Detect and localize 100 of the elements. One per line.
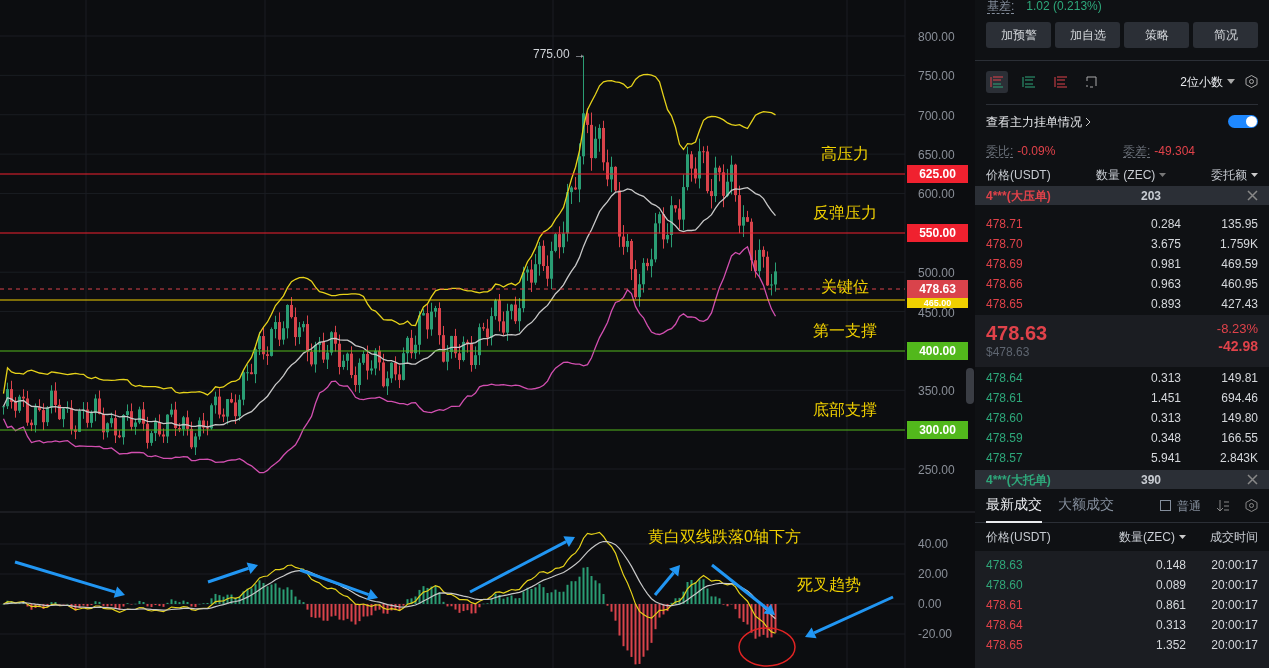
field-value: -0.09% [1017, 143, 1056, 158]
axis-label: 750.00 [918, 70, 955, 83]
table-cell-text: 694.46 [1220, 390, 1258, 407]
column-header: 成交时间 [1209, 529, 1258, 546]
table-cell-text: 20:00:17 [1210, 617, 1258, 634]
table-cell-text: 478.64 [986, 617, 1024, 634]
arrow-glyph: → [573, 47, 586, 61]
banner-label: 4***(大压单) [986, 187, 1052, 205]
axis-label: 350.00 [918, 385, 955, 398]
axis-label: -20.00 [918, 627, 953, 641]
field-label: 基差: [987, 0, 1015, 14]
field-label: 委差: [1123, 142, 1151, 158]
table-cell-text: 478.65 [986, 296, 1024, 313]
table-cell-text: 469.59 [1220, 256, 1258, 273]
action-button[interactable]: 加自选 [1055, 22, 1120, 48]
last-price: 478.63 [986, 321, 1048, 345]
table-cell-text: 0.313 [1154, 617, 1186, 634]
main-orders-link[interactable]: 查看主力挂单情况 [986, 112, 1091, 131]
action-button[interactable]: 简况 [1193, 22, 1258, 48]
level-note: 底部支撑 [812, 401, 878, 419]
table-cell-text: 1.352 [1154, 637, 1186, 654]
table-cell-text: 460.95 [1220, 276, 1258, 293]
axis-label: 650.00 [918, 149, 955, 162]
table-cell-text: 478.66 [986, 276, 1024, 293]
table-cell-text: 478.64 [986, 370, 1024, 387]
column-header: 价格(USDT) [986, 529, 1052, 546]
table-cell-text: 427.43 [1220, 296, 1258, 313]
price-tag: 465.00 [907, 298, 968, 308]
column-header: 价格(USDT) [986, 167, 1052, 184]
table-cell-text: 0.148 [1154, 557, 1186, 574]
axis-label: 800.00 [918, 31, 955, 43]
table-cell-text: 3.675 [1149, 236, 1181, 253]
table-cell-text: 478.65 [986, 637, 1024, 654]
level-note: 反弹压力 [812, 204, 878, 222]
table-cell-text: 0.313 [1149, 370, 1181, 387]
action-button[interactable]: 策略 [1124, 22, 1189, 48]
column-header[interactable]: 数量(ZEC) [1106, 528, 1186, 546]
chart-note: 死叉趋势 [797, 576, 861, 594]
checkbox-label: 普通 [1177, 497, 1201, 515]
table-cell-text: 1.451 [1149, 390, 1181, 407]
price-tag: 300.00 [907, 421, 968, 439]
axis-label: 600.00 [918, 188, 955, 201]
level-note: 第一支撑 [812, 322, 878, 340]
axis-label: 700.00 [918, 109, 955, 122]
table-cell-text: 166.55 [1220, 430, 1258, 447]
table-cell-text: 149.80 [1220, 410, 1258, 427]
axis-label: 500.00 [918, 267, 955, 280]
level-note: 关键位 [820, 278, 870, 296]
axis-label: 250.00 [918, 464, 955, 476]
table-cell-text: 478.70 [986, 236, 1024, 253]
table-cell-text: 149.81 [1220, 370, 1258, 387]
field-value: 1.02 (0.213%) [1026, 0, 1102, 14]
trade-tab[interactable]: 最新成交 [986, 488, 1042, 523]
table-cell-text: 478.61 [986, 597, 1024, 614]
price-tag: 550.00 [907, 224, 968, 242]
table-cell-text: 20:00:17 [1210, 597, 1258, 614]
table-cell-text: 478.71 [986, 216, 1024, 233]
table-cell-text: 0.893 [1149, 296, 1181, 313]
axis-label: 20.00 [918, 567, 949, 581]
table-cell-text: 478.57 [986, 450, 1024, 467]
table-cell-text: 0.861 [1154, 597, 1186, 614]
price-label: 775.00 [533, 47, 570, 61]
price-tag: 400.00 [907, 342, 968, 360]
table-cell-text: 0.981 [1149, 256, 1181, 273]
column-header[interactable]: 数量 (ZEC) [1096, 166, 1176, 184]
table-cell-text: 0.348 [1149, 430, 1181, 447]
field-value: -49.304 [1154, 143, 1196, 158]
table-cell-text: 478.63 [986, 557, 1024, 574]
axis-label: 40.00 [918, 537, 949, 551]
usd-price: $478.63 [986, 345, 1031, 359]
table-cell-text: 0.089 [1154, 577, 1186, 594]
banner-value: 203 [1140, 187, 1162, 205]
table-cell-text: 20:00:17 [1210, 557, 1258, 574]
change-percent: -8.23% [1216, 321, 1258, 337]
trade-tab[interactable]: 大额成交 [1058, 488, 1114, 523]
change-amount: -42.98 [1218, 337, 1258, 355]
banner-label: 4***(大托单) [986, 471, 1052, 489]
price-tag: 625.00 [907, 165, 968, 183]
table-cell-text: 478.60 [986, 577, 1024, 594]
table-cell-text: 2.843K [1218, 450, 1258, 467]
table-cell-text: 478.69 [986, 256, 1024, 273]
table-cell-text: 478.59 [986, 430, 1024, 447]
table-cell-text: 478.60 [986, 410, 1024, 427]
table-cell-text: 20:00:17 [1210, 577, 1258, 594]
axis-label: 450.00 [918, 306, 955, 319]
table-cell-text: 20:00:17 [1210, 637, 1258, 654]
table-cell-text: 5.941 [1149, 450, 1181, 467]
table-cell-text: 135.95 [1220, 216, 1258, 233]
price-tag: 478.63 [907, 280, 968, 298]
decimals-dropdown[interactable]: 2位小数 [1180, 72, 1235, 91]
table-cell-text: 0.284 [1149, 216, 1181, 233]
table-cell-text: 478.61 [986, 390, 1024, 407]
column-header[interactable]: 委托额 [1176, 166, 1258, 184]
table-cell-text: 0.963 [1149, 276, 1181, 293]
chart-note: 黄白双线跌落0轴下方 [648, 528, 801, 546]
level-note: 高压力 [820, 145, 870, 163]
table-cell-text: 0.313 [1149, 410, 1181, 427]
action-button[interactable]: 加预警 [986, 22, 1051, 48]
field-label: 委比: [986, 142, 1014, 158]
axis-label: 0.00 [918, 597, 942, 611]
